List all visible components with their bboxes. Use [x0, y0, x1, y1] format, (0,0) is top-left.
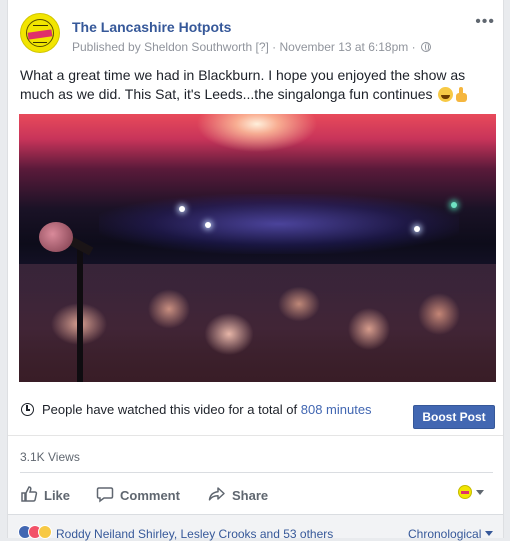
page-name-link[interactable]: The Lancashire Hotpots — [72, 19, 231, 35]
globe-icon[interactable] — [420, 42, 431, 52]
comment-label: Comment — [120, 488, 180, 503]
action-bar: Like Comment Share — [8, 474, 503, 512]
watch-time-text: People have watched this video for a tot… — [42, 402, 372, 417]
comment-button[interactable]: Comment — [96, 485, 180, 503]
publisher-link[interactable]: Sheldon Southworth — [144, 40, 252, 54]
stage-light — [205, 222, 211, 228]
wow-reaction-icon — [38, 525, 52, 539]
like-button[interactable]: Like — [20, 485, 70, 503]
laughing-emoji-icon — [438, 87, 454, 102]
view-count[interactable]: 3.1K Views — [20, 450, 80, 464]
page-avatar-small — [458, 485, 472, 499]
share-button[interactable]: Share — [208, 485, 268, 503]
pointing-hand-emoji-icon — [455, 87, 468, 102]
like-label: Like — [44, 488, 71, 503]
comment-order-dropdown[interactable]: Chronological — [408, 527, 494, 541]
published-prefix: Published by — [72, 40, 141, 54]
stage-lighting — [99, 194, 459, 254]
post-meta: Published by Sheldon Southworth [?] · No… — [72, 40, 431, 54]
mic-stand — [77, 244, 83, 382]
logo-line — [33, 42, 47, 43]
reactors-list[interactable]: Roddy Neiland Shirley, Lesley Crooks and… — [56, 527, 333, 541]
post-card: The Lancashire Hotpots Published by Shel… — [7, 0, 504, 541]
share-arrow-icon — [208, 487, 225, 501]
post-message: What a great time we had in Blackburn. I… — [20, 67, 466, 102]
chevron-down-icon — [476, 490, 484, 495]
microphone — [39, 222, 73, 252]
video-player[interactable] — [19, 114, 496, 382]
post-timestamp[interactable]: November 13 at 6:18pm — [280, 40, 409, 54]
boost-post-button[interactable]: Boost Post — [413, 405, 495, 429]
clock-icon — [21, 403, 34, 416]
meta-separator: · — [272, 40, 277, 54]
more-options-icon[interactable]: ••• — [475, 13, 495, 31]
stage-light — [414, 226, 420, 232]
stage-light — [179, 206, 185, 212]
reactions-footer: Roddy Neiland Shirley, Lesley Crooks and… — [8, 515, 503, 541]
post-as-selector[interactable] — [458, 484, 484, 502]
help-marker[interactable]: [?] — [255, 40, 268, 54]
crowd-image — [19, 264, 496, 382]
stage-light — [451, 202, 457, 208]
chevron-down-icon — [485, 531, 494, 536]
page-avatar[interactable] — [20, 13, 60, 53]
post-header: The Lancashire Hotpots Published by Shel… — [20, 13, 495, 58]
thumbs-up-icon — [21, 486, 38, 502]
share-label: Share — [232, 488, 269, 503]
meta-separator: · — [411, 40, 416, 54]
watch-time-label: People have watched this video for a tot… — [42, 402, 298, 417]
speech-bubble-icon — [96, 487, 114, 503]
watch-minutes-link[interactable]: 808 minutes — [301, 402, 372, 417]
post-text: What a great time we had in Blackburn. I… — [20, 66, 495, 104]
logo-line — [33, 25, 48, 26]
divider — [20, 472, 493, 473]
comment-order-label: Chronological — [408, 527, 482, 541]
